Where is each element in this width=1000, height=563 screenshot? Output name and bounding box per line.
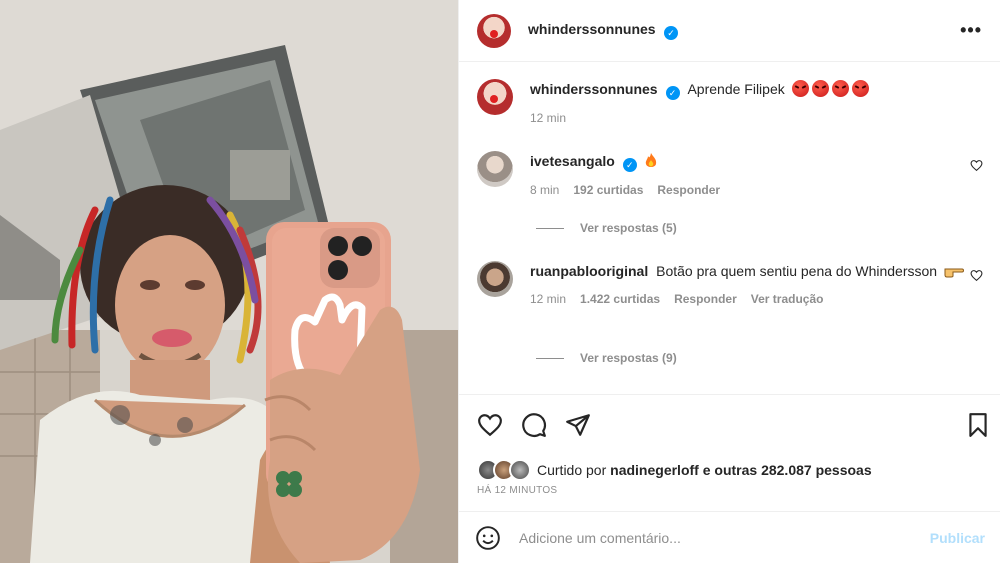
post-timestamp: HÁ 12 MINUTOS — [477, 485, 558, 496]
view-replies-button[interactable]: Ver respostas (9) — [536, 351, 677, 365]
mirror-selfie-image — [0, 0, 458, 563]
comment-time: 12 min — [530, 292, 567, 306]
comment-icon[interactable] — [521, 412, 547, 438]
reply-button[interactable]: Responder — [674, 289, 737, 309]
like-comment-heart-icon[interactable] — [970, 269, 983, 282]
likes-suffix[interactable]: e outras 282.087 pessoas — [703, 462, 872, 478]
likes-prefix: Curtido por — [537, 462, 607, 478]
caption-time: 12 min — [530, 111, 567, 125]
post-caption: whinderssonnunes ✓ Aprende Filipek 12 min — [477, 79, 983, 128]
comment-likes[interactable]: 1.422 curtidas — [580, 289, 660, 309]
angry-face-icon — [791, 80, 809, 97]
liker-avatars — [477, 459, 531, 481]
more-options-icon[interactable]: ••• — [960, 20, 982, 41]
like-comment-heart-icon[interactable] — [970, 159, 983, 172]
publish-button[interactable]: Publicar — [930, 530, 985, 546]
replies-divider — [536, 227, 564, 229]
add-comment-bar: Publicar — [459, 513, 1000, 563]
comments-list[interactable]: whinderssonnunes ✓ Aprende Filipek 12 min… — [459, 63, 1000, 393]
comment-username[interactable]: ivetesangalo — [530, 153, 615, 169]
reply-button[interactable]: Responder — [657, 180, 720, 200]
verified-icon: ✓ — [622, 158, 637, 172]
pointing-hand-icon — [944, 268, 964, 278]
share-icon[interactable] — [565, 412, 591, 438]
caption-text: Aprende Filipek — [687, 81, 785, 97]
verified-icon: ✓ — [664, 26, 679, 41]
comment-text: Botão pra quem sentiu pena do Whindersso… — [656, 263, 938, 279]
comment-likes[interactable]: 192 curtidas — [573, 180, 643, 200]
fire-icon — [645, 153, 656, 167]
post-author: whinderssonnunes ✓ — [528, 21, 960, 41]
comment-item: ruanpablooriginal Botão pra quem sentiu … — [477, 261, 983, 309]
comment-username[interactable]: ruanpablooriginal — [530, 263, 648, 279]
translate-button[interactable]: Ver tradução — [751, 289, 824, 309]
angry-face-icon — [831, 80, 849, 97]
like-heart-icon[interactable] — [477, 412, 503, 438]
likes-summary[interactable]: Curtido por nadinegerloff e outras 282.0… — [477, 459, 872, 481]
comment-time: 8 min — [530, 183, 560, 197]
replies-divider — [536, 357, 564, 359]
view-replies-label: Ver respostas (5) — [580, 221, 677, 235]
avatar — [509, 459, 531, 481]
comment-item: ivetesangalo ✓ 8 min 192 curtidas Respond… — [477, 151, 983, 200]
comment-input[interactable] — [519, 530, 930, 546]
view-replies-button[interactable]: Ver respostas (5) — [536, 221, 677, 235]
verified-icon: ✓ — [665, 86, 680, 100]
post-photo[interactable] — [0, 0, 458, 563]
post-header: whinderssonnunes ✓ ••• — [459, 0, 1000, 62]
bookmark-icon[interactable] — [965, 412, 991, 438]
angry-face-icon — [811, 80, 829, 97]
emoji-smile-icon[interactable] — [475, 525, 501, 551]
post-actions: Curtido por nadinegerloff e outras 282.0… — [459, 394, 1000, 512]
post-details-panel: whinderssonnunes ✓ ••• whinderssonnunes ✓… — [458, 0, 1000, 563]
caption-username[interactable]: whinderssonnunes — [530, 81, 658, 97]
angry-face-icon — [851, 80, 869, 97]
avatar[interactable] — [477, 151, 513, 187]
author-username[interactable]: whinderssonnunes — [528, 21, 656, 37]
avatar[interactable] — [477, 261, 513, 297]
avatar[interactable] — [477, 13, 511, 48]
likes-user[interactable]: nadinegerloff — [610, 462, 699, 478]
view-replies-label: Ver respostas (9) — [580, 351, 677, 365]
avatar[interactable] — [477, 79, 513, 115]
